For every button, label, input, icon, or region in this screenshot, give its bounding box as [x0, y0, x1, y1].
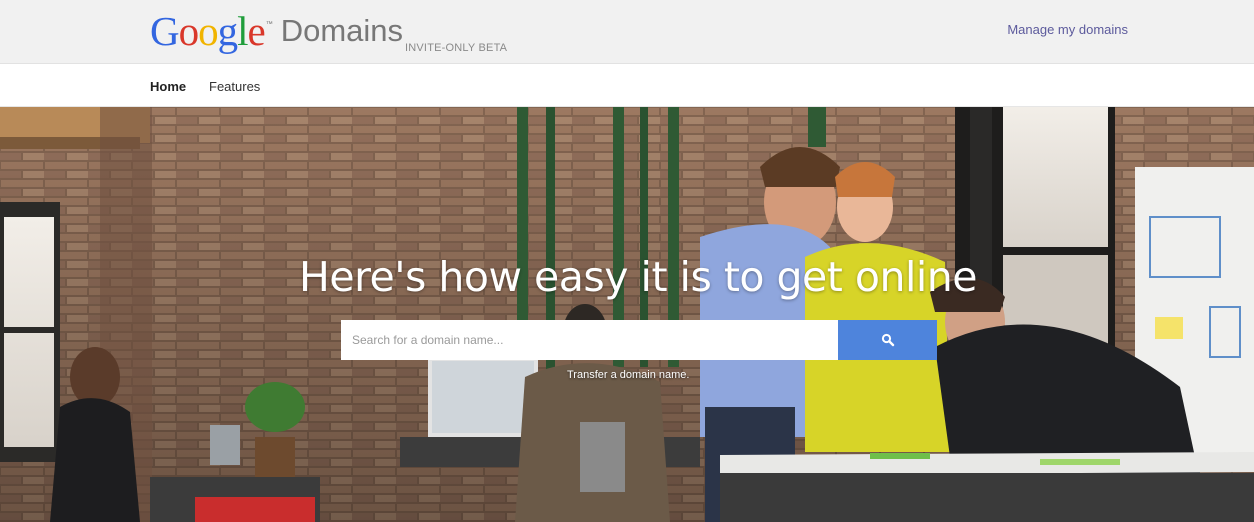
search-button[interactable]	[838, 320, 937, 360]
top-header: Google ™ Domains INVITE-ONLY BETA Manage…	[0, 0, 1254, 64]
google-domains-logo[interactable]: Google ™ Domains	[150, 9, 403, 53]
logo-letter: o	[178, 8, 199, 54]
logo-letter: o	[198, 8, 218, 54]
beta-badge: INVITE-ONLY BETA	[405, 42, 508, 54]
main-nav: Home Features	[0, 64, 1254, 107]
nav-home[interactable]: Home	[150, 79, 186, 94]
domain-search-form	[341, 320, 937, 360]
office-photo	[0, 107, 1254, 522]
logo-letter: l	[237, 8, 248, 54]
hero-title: Here's how easy it is to get online	[299, 253, 977, 301]
logo-letter: e	[247, 8, 266, 54]
logo-letter: g	[217, 8, 238, 54]
product-name: Domains	[280, 13, 404, 48]
logo-letter: G	[150, 8, 180, 54]
nav-features[interactable]: Features	[209, 79, 260, 94]
trademark-symbol: ™	[265, 21, 273, 28]
transfer-domain-link[interactable]: Transfer a domain name.	[567, 369, 689, 381]
manage-my-domains-link[interactable]: Manage my domains	[1007, 22, 1128, 37]
hero-banner: Here's how easy it is to get online Tran…	[0, 107, 1254, 522]
domain-search-input[interactable]	[341, 320, 838, 360]
google-wordmark: Google	[150, 8, 266, 54]
search-icon	[881, 333, 894, 347]
